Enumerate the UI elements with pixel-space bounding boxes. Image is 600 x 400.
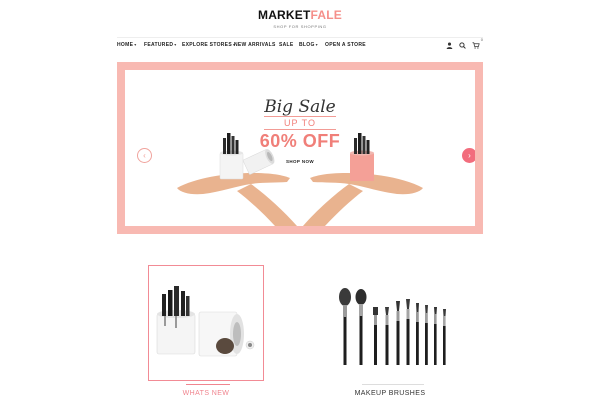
nav-item-label: FEATURED xyxy=(144,42,174,48)
category-label-whats-new[interactable]: WHATS NEW xyxy=(150,389,262,398)
divider xyxy=(264,129,336,130)
category-label-makeup-brushes[interactable]: MAKEUP BRUSHES xyxy=(334,389,446,398)
hero-subtitle: UP TO xyxy=(283,118,316,128)
nav-item-label: OPEN A STORE xyxy=(325,42,366,48)
nav-item-label: BLOG xyxy=(299,42,315,48)
logo[interactable]: MARKETFALE SHOP FOR SHOPPING xyxy=(0,9,600,29)
prev-slide-button[interactable]: ‹ xyxy=(137,148,152,163)
brand-tagline: SHOP FOR SHOPPING xyxy=(273,24,327,29)
chevron-left-icon: ‹ xyxy=(143,150,146,160)
brand-name-part1: MARKET xyxy=(258,8,311,22)
hero-script-title: Big Sale xyxy=(264,97,336,117)
brand-name: MARKETFALE xyxy=(0,9,600,21)
brush-holder-image xyxy=(156,286,255,357)
makeup-brushes-image[interactable] xyxy=(330,285,460,370)
category-underline xyxy=(186,384,230,385)
nav-item-home[interactable]: HOME▾ xyxy=(117,41,137,49)
main-nav: HOME▾ FEATURED▾ EXPLORE STORES▾ NEW ARRI… xyxy=(117,37,483,52)
chevron-down-icon: ▾ xyxy=(174,42,177,47)
nav-item-label: SALE xyxy=(279,42,294,48)
nav-item-label: NEW ARRIVALS xyxy=(234,42,276,48)
chevron-down-icon: ▾ xyxy=(315,42,318,47)
nav-item-sale[interactable]: SALE xyxy=(279,41,294,49)
nav-item-featured[interactable]: FEATURED▾ xyxy=(144,41,177,49)
category-underline xyxy=(362,384,424,385)
chevron-down-icon: ▾ xyxy=(134,42,137,47)
header-divider xyxy=(117,37,483,38)
nav-item-explore-stores[interactable]: EXPLORE STORES▾ xyxy=(182,41,235,49)
cart-count: 0 xyxy=(480,37,483,42)
brand-name-part2: FALE xyxy=(310,8,342,22)
shop-now-link[interactable]: SHOP NOW xyxy=(125,159,475,165)
cart-icon[interactable]: 0 xyxy=(471,37,483,50)
nav-item-blog[interactable]: BLOG▾ xyxy=(299,41,318,49)
nav-item-label: EXPLORE STORES xyxy=(182,42,232,48)
nav-item-new-arrivals[interactable]: NEW ARRIVALS xyxy=(234,41,276,49)
chevron-right-icon: › xyxy=(468,150,471,160)
nav-item-open-a-store[interactable]: OPEN A STORE xyxy=(325,41,366,49)
hero-slide: Big Sale UP TO 60% OFF SHOP NOW ‹ › xyxy=(125,70,475,226)
nav-item-label: HOME xyxy=(117,42,134,48)
category-card-whats-new[interactable] xyxy=(148,265,264,381)
search-icon[interactable] xyxy=(457,40,467,50)
next-slide-button[interactable]: › xyxy=(462,148,475,163)
hero-headline: 60% OFF xyxy=(259,131,341,151)
hero-banner: Big Sale UP TO 60% OFF SHOP NOW ‹ › xyxy=(117,62,483,234)
divider xyxy=(264,116,336,117)
user-icon[interactable] xyxy=(444,40,454,50)
